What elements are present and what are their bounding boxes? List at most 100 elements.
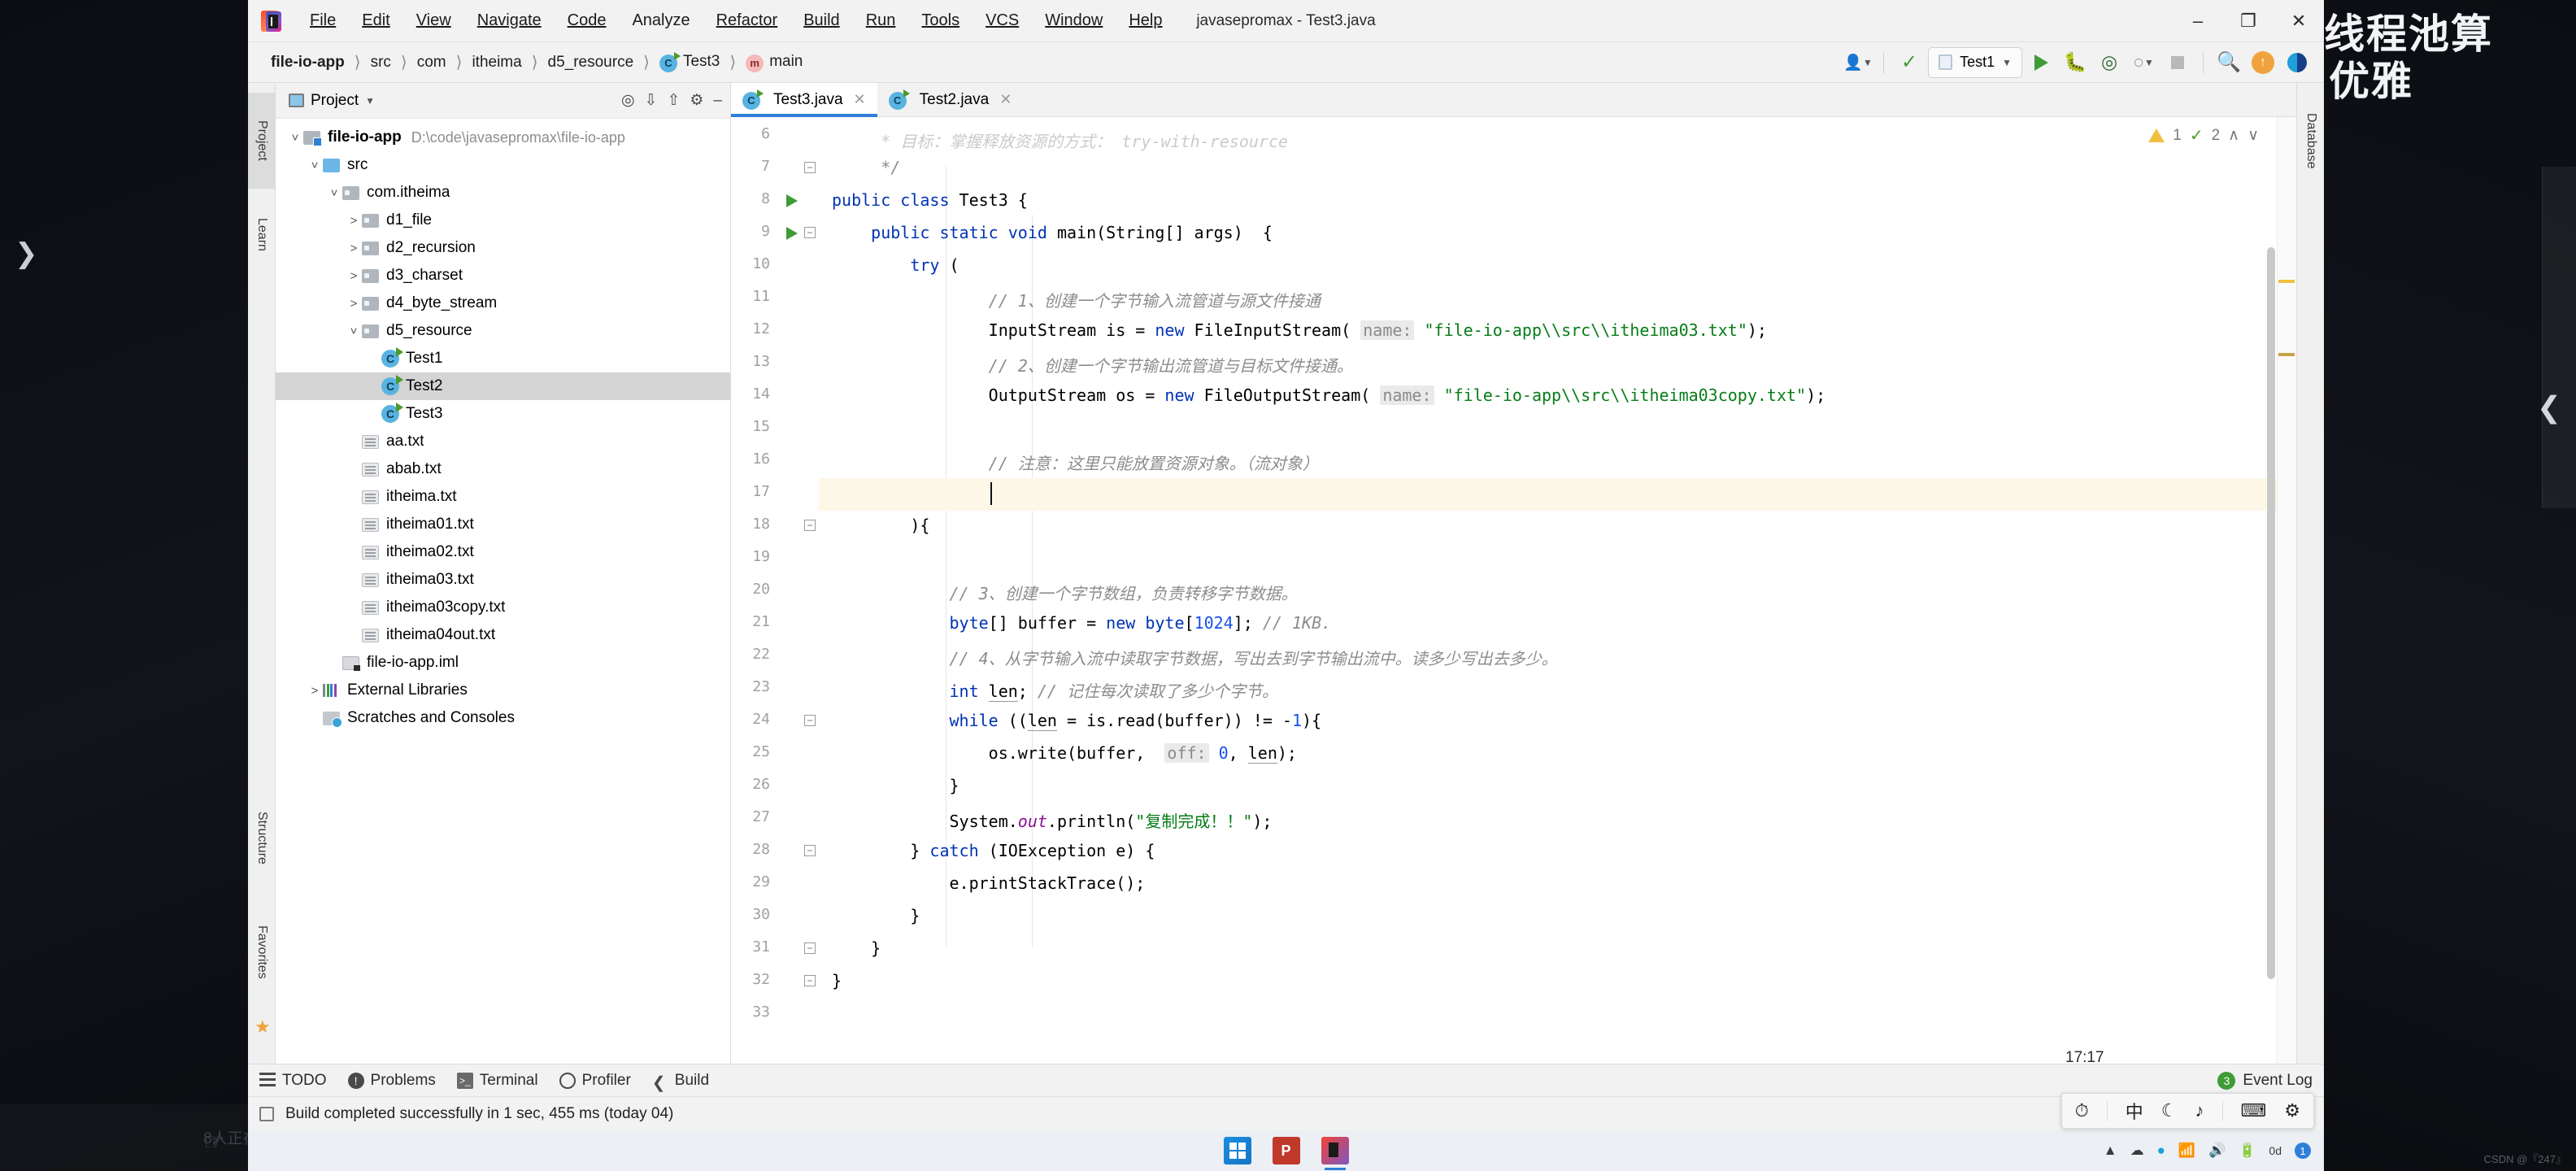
hammer-build-icon[interactable]: ✓ [1894,47,1925,78]
chevron-down-icon[interactable]: ˅ [287,131,303,145]
code-line[interactable]: // 3、创建一个字节数组，负责转移字节数据。 [832,581,1297,604]
editor-scrollbar[interactable] [2267,247,2275,979]
tab-test3-java[interactable]: C Test3.java ✕ [731,83,877,117]
windows-start-icon[interactable] [1223,1137,1251,1164]
expand-all-icon[interactable]: ⇩ [645,91,658,110]
settings-gear-icon[interactable]: ⚙ [690,91,703,110]
search-everywhere-icon[interactable]: 🔍 [2213,47,2244,78]
tree-item-file-io-app[interactable]: ˅ file-io-app D:\code\javasepromax\file-io… [276,124,730,151]
tree-item-aa-txt[interactable]: ˃aa.txt [276,428,730,455]
tool-window-terminal[interactable]: >_ Terminal [456,1072,538,1090]
expand-chevron-right-icon[interactable]: ❮ [2537,390,2561,424]
inspection-widget[interactable]: 1 ✓ 2 ∧ ∨ [2148,125,2259,146]
expand-chevron-left-icon[interactable]: ❯ [15,240,38,268]
code-line[interactable]: } [832,776,959,795]
stop-icon[interactable] [2162,47,2193,78]
breadcrumb-item-com[interactable]: com [412,54,451,72]
tree-item-d4-byte-stream[interactable]: ˃ d4_byte_stream [276,289,730,317]
tree-item-com-itheima[interactable]: ˅ com.itheima [276,179,730,207]
tree-item-itheima01-txt[interactable]: ˃itheima01.txt [276,511,730,538]
hide-icon[interactable]: – [713,92,722,110]
editor-marker-track[interactable] [2277,117,2296,1064]
code-fold-icon[interactable]: − [804,520,816,531]
code-line[interactable]: // 2、创建一个字节输出流管道与目标文件接通。 [832,353,1353,377]
tray-notification-badge[interactable]: 1 [2295,1143,2311,1159]
breadcrumb-item-itheima[interactable]: itheima [467,54,526,72]
minimize-button[interactable]: – [2173,0,2223,42]
tray-qq-icon[interactable]: ● [2157,1143,2165,1159]
editor-gutter[interactable]: 6 7 − 8 9 − 10 11 12 13 14 15 16 17 18 − 19 20 21 22 23 24 − 25… [731,117,819,1064]
menu-item-edit[interactable]: Edit [349,7,402,35]
code-line[interactable]: OutputStream os = new FileOutputStream( … [832,385,1825,405]
breadcrumb-item-project[interactable]: file-io-app [266,54,350,72]
code-line[interactable]: } [832,906,920,925]
chevron-right-icon[interactable]: ˃ [346,297,362,311]
tool-window-profiler[interactable]: Profiler [559,1072,631,1090]
tree-item-itheima02-txt[interactable]: ˃itheima02.txt [276,538,730,566]
event-log-button[interactable]: 3 Event Log [2217,1071,2313,1090]
sidebar-item-database[interactable]: Database [2297,93,2325,189]
tree-item-scratches-and-consoles[interactable]: ˃Scratches and Consoles [276,704,730,732]
tree-item-abab-txt[interactable]: ˃abab.txt [276,455,730,483]
tray-battery-icon[interactable]: 🔋 [2239,1143,2256,1159]
tool-window-todo[interactable]: TODO [259,1072,327,1090]
tree-item-d2-recursion[interactable]: ˃ d2_recursion [276,234,730,262]
breadcrumb-item-src[interactable]: src [366,54,396,72]
code-line[interactable]: */ [832,158,900,177]
tool-window-build[interactable]: ❮ Build [652,1072,709,1092]
code-line[interactable]: InputStream is = new FileInputStream( na… [832,320,1767,340]
tree-item-itheima03-txt[interactable]: ˃itheima03.txt [276,566,730,594]
sidebar-item-structure[interactable]: Structure [248,782,276,893]
gutter-run-icon[interactable] [786,194,798,207]
tab-test2-java[interactable]: C Test2.java ✕ [877,83,1024,116]
chevron-right-icon[interactable]: ˃ [346,242,362,255]
tree-item-test1[interactable]: ˃CTest1 [276,345,730,372]
code-line[interactable]: } [832,938,881,958]
menu-item-analyze[interactable]: Analyze [619,7,703,35]
tray-chevron-up-icon[interactable]: ▲ [2104,1143,2117,1159]
breadcrumb-item-main[interactable]: m main [741,53,807,72]
code-fold-icon[interactable]: − [804,162,816,173]
menu-item-window[interactable]: Window [1032,7,1116,35]
menu-item-code[interactable]: Code [555,7,620,35]
code-line[interactable]: try ( [832,255,959,275]
code-line[interactable]: os.write(buffer, off: 0, len); [832,743,1297,764]
close-button[interactable]: ✕ [2274,0,2324,42]
tree-item-file-io-app-iml[interactable]: ˃file-io-app.iml [276,649,730,677]
sidebar-item-favorites[interactable]: Favorites [248,899,276,1005]
run-with-coverage-icon[interactable]: ◎ [2094,47,2125,78]
ime-language-label[interactable]: 中 [2126,1098,2143,1124]
menu-item-tools[interactable]: Tools [908,7,973,35]
sidebar-item-learn[interactable]: Learn [248,197,276,272]
tray-network-icon[interactable]: 📶 [2178,1143,2195,1159]
keyboard-icon[interactable]: ⌨ [2241,1100,2267,1121]
gear-icon[interactable]: ⚙ [2284,1100,2300,1121]
tree-item-external-libraries[interactable]: ˃ External Libraries [276,677,730,704]
menu-item-run[interactable]: Run [853,7,909,35]
tree-item-d3-charset[interactable]: ˃ d3_charset [276,262,730,289]
code-line[interactable]: ){ [832,516,929,535]
tree-item-itheima03copy-txt[interactable]: ˃itheima03copy.txt [276,594,730,621]
user-avatar-icon[interactable]: 👤 ▼ [1843,47,1873,78]
code-fold-icon[interactable]: − [804,715,816,726]
code-editor[interactable]: 6 7−8 9−10 11 12 13 14 15 16 17 18−19 20 21 22 23 24−25… [731,117,2296,1064]
code-fold-icon[interactable]: − [804,942,816,954]
chevron-down-icon[interactable]: ˅ [346,324,362,338]
code-fold-icon[interactable]: − [804,845,816,856]
speedometer-icon[interactable]: ⏱ [2075,1100,2089,1121]
menu-item-vcs[interactable]: VCS [973,7,1032,35]
tool-window-problems[interactable]: ! Problems [347,1072,436,1090]
code-line[interactable]: while ((len = is.read(buffer)) != -1){ [832,711,1321,731]
voice-icon[interactable]: ♪ [2195,1100,2204,1121]
prev-problem-icon[interactable]: ∧ [2228,126,2239,145]
moon-icon[interactable]: ☾ [2161,1100,2178,1121]
project-tree[interactable]: ˅ file-io-app D:\code\javasepromax\file-io… [276,119,730,1064]
breadcrumb-item-d5-resource[interactable]: d5_resource [543,54,639,72]
collapse-all-icon[interactable]: ⇧ [667,91,680,110]
chevron-right-icon[interactable]: ˃ [307,684,323,698]
code-line[interactable]: // 注意：这里只能放置资源对象。（流对象） [832,451,1319,474]
code-fold-icon[interactable]: − [804,227,816,238]
code-line[interactable]: e.printStackTrace(); [832,873,1145,893]
code-line[interactable]: } catch (IOException e) { [832,841,1155,860]
run-configuration-selector[interactable]: Test1 ▼ [1928,46,2022,78]
